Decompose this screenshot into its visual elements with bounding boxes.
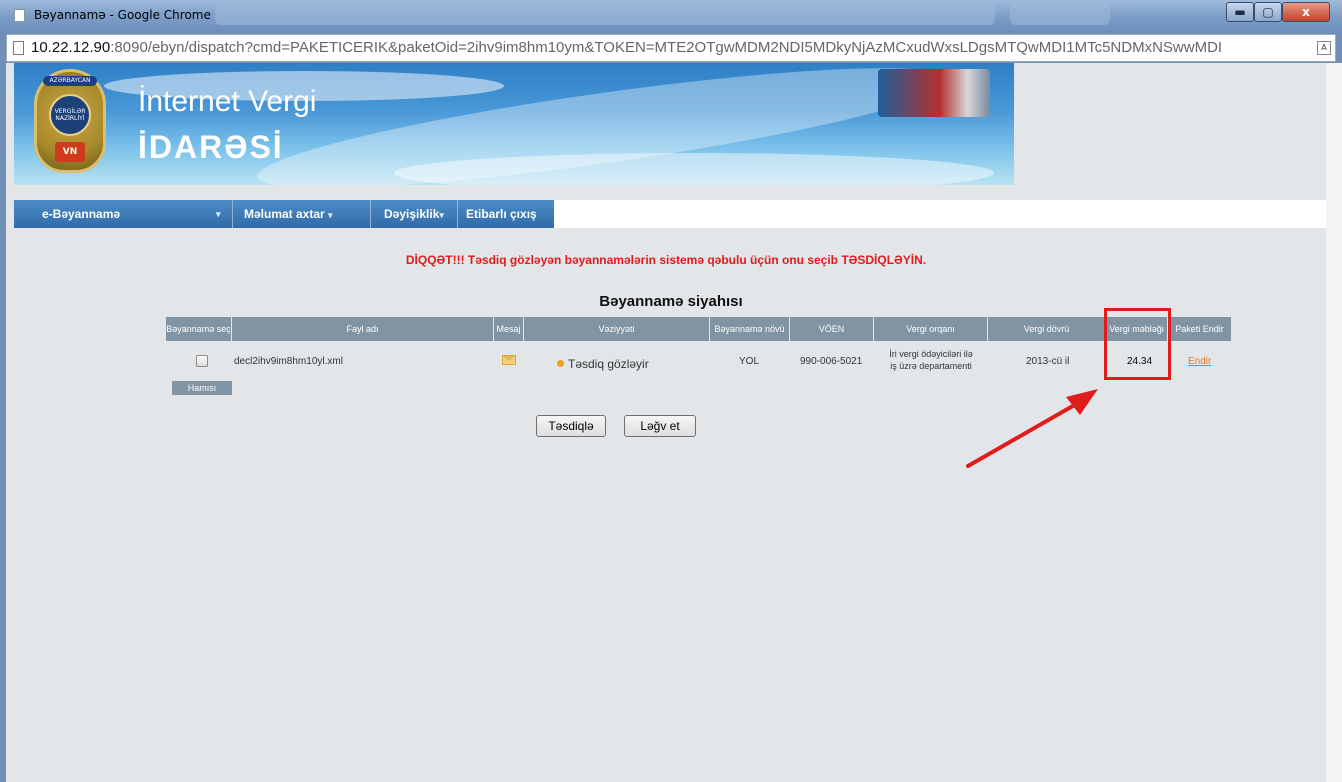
minimize-button[interactable]: ▬: [1226, 2, 1254, 22]
url-path: :8090/ebyn/dispatch?cmd=PAKETICERIK&pake…: [110, 39, 1223, 56]
window-title: Bəyannamə - Google Chrome: [34, 8, 211, 22]
blurred-tab: [1010, 3, 1110, 25]
maximize-button[interactable]: ▢: [1254, 2, 1282, 22]
address-bar[interactable]: 10.22.12.90:8090/ebyn/dispatch?cmd=PAKET…: [6, 34, 1336, 62]
close-button[interactable]: x: [1282, 2, 1330, 22]
window-titlebar[interactable]: Bəyannamə - Google Chrome ▬ ▢ x: [0, 0, 1342, 30]
translate-icon[interactable]: A: [1317, 41, 1331, 55]
blurred-tabs: [215, 3, 995, 25]
page-icon: [14, 9, 25, 22]
page-icon: [13, 41, 24, 55]
annotation-arrow-icon: [966, 389, 1098, 468]
window-right-edge: [1326, 63, 1342, 782]
url-text[interactable]: 10.22.12.90:8090/ebyn/dispatch?cmd=PAKET…: [31, 39, 1311, 56]
page-viewport: AZƏRBAYCAN VERGİLƏR NAZİRLİYİ VN İnterne…: [6, 63, 1326, 782]
url-host: 10.22.12.90: [31, 39, 111, 56]
